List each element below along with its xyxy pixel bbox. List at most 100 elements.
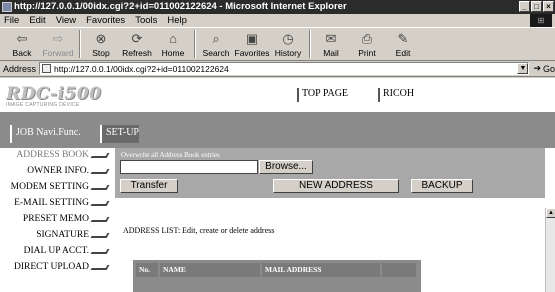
sidebar-item-dial-up-acct[interactable]: DIAL UP ACCT.: [24, 246, 110, 256]
sidebar-item-signature[interactable]: SIGNATURE: [36, 230, 110, 240]
chevron-icon: [90, 264, 110, 270]
maximize-button[interactable]: □: [531, 1, 542, 12]
toolbar-separator: [194, 30, 195, 58]
menu-help[interactable]: Help: [167, 15, 187, 26]
back-button[interactable]: ⇦ Back: [4, 28, 40, 60]
chevron-icon: [90, 248, 110, 254]
refresh-button[interactable]: ⟳ Refresh: [119, 28, 155, 60]
menu-view[interactable]: View: [56, 15, 76, 26]
sidebar-item-email-setting[interactable]: E-MAIL SETTING: [14, 198, 110, 208]
print-button[interactable]: ⎙ Print: [349, 28, 385, 60]
page-content: RDC-i500 IMAGE CAPTURING DEVICE TOP PAGE…: [0, 78, 555, 292]
chevron-icon: [90, 232, 110, 238]
print-icon: ⎙: [361, 31, 373, 46]
menu-edit[interactable]: Edit: [29, 15, 45, 26]
sidebar-item-label: PRESET MEMO: [22, 214, 89, 224]
page-header: RDC-i500 IMAGE CAPTURING DEVICE TOP PAGE…: [0, 78, 555, 112]
sidebar-item-modem-setting[interactable]: MODEM SETTING: [10, 182, 110, 192]
sidebar-item-label: SIGNATURE: [36, 230, 89, 240]
ricoh-link[interactable]: RICOH: [378, 88, 414, 102]
column-header-no: No.: [136, 263, 158, 277]
page-icon: [42, 64, 52, 73]
sidebar-item-label: ADDRESS BOOK: [16, 150, 89, 160]
file-path-input[interactable]: [120, 160, 258, 174]
search-icon: ⌕: [212, 31, 220, 46]
edit-icon: ✎: [397, 31, 409, 46]
mail-button[interactable]: ✉ Mail: [313, 28, 349, 60]
product-logo: RDC-i500: [6, 84, 102, 104]
top-page-link[interactable]: TOP PAGE: [297, 88, 348, 102]
history-label: History: [274, 48, 302, 58]
back-label: Back: [12, 48, 32, 58]
sidebar-item-label: OWNER INFO.: [27, 166, 89, 176]
sidebar-item-owner-info[interactable]: OWNER INFO.: [27, 166, 110, 176]
windows-logo-icon: ⊞: [530, 14, 552, 27]
column-header-name: NAME: [160, 263, 260, 277]
toolbar-separator: [309, 30, 310, 58]
tab-setup[interactable]: SET-UP: [100, 125, 139, 143]
sidebar-item-direct-upload[interactable]: DIRECT UPLOAD: [13, 262, 110, 272]
address-label: Address: [3, 63, 37, 74]
address-table: No. NAME MAIL ADDRESS: [133, 260, 421, 292]
forward-label: Forward: [42, 48, 74, 58]
product-logo-subtitle: IMAGE CAPTURING DEVICE: [6, 102, 80, 108]
stop-button[interactable]: ⊗ Stop: [83, 28, 119, 60]
overwrite-label: Overwrite all Address Book entries: [121, 151, 220, 159]
sidebar: ADDRESS BOOK OWNER INFO. MODEM SETTING E…: [0, 148, 112, 292]
forward-button[interactable]: ⇨ Forward: [40, 28, 76, 60]
print-label: Print: [358, 48, 376, 58]
history-icon: ◷: [282, 31, 294, 46]
chevron-icon: [90, 168, 110, 174]
backup-button[interactable]: BACKUP: [411, 179, 473, 193]
main-panel: Overwrite all Address Book entries Brows…: [115, 148, 555, 292]
menu-tools[interactable]: Tools: [135, 15, 157, 26]
favorites-icon: ▣: [245, 31, 259, 46]
sidebar-item-label: DIRECT UPLOAD: [13, 262, 89, 272]
chevron-icon: [90, 200, 110, 206]
scroll-up-icon[interactable]: ▲: [546, 208, 555, 218]
menu-file[interactable]: File: [4, 15, 19, 26]
sidebar-item-preset-memo[interactable]: PRESET MEMO: [22, 214, 110, 224]
window-title: http://127.0.0.1/00idx.cgi?2+id=01100212…: [14, 1, 347, 12]
home-button[interactable]: ⌂ Home: [155, 28, 191, 60]
edit-button[interactable]: ✎ Edit: [385, 28, 421, 60]
refresh-label: Refresh: [122, 48, 152, 58]
address-dropdown-icon[interactable]: ▼: [517, 63, 529, 74]
vertical-scrollbar[interactable]: ▲: [545, 208, 555, 292]
stop-icon: ⊗: [95, 31, 107, 46]
transfer-button[interactable]: Transfer: [120, 179, 178, 193]
address-url: http://127.0.0.1/00idx.cgi?2+id=01100212…: [54, 63, 229, 74]
favorites-label: Favorites: [234, 48, 270, 58]
sidebar-item-label: E-MAIL SETTING: [14, 198, 89, 208]
menu-bar: File Edit View Favorites Tools Help ⊞: [0, 14, 555, 27]
favorites-button[interactable]: ▣ Favorites: [234, 28, 270, 60]
new-address-button[interactable]: NEW ADDRESS: [273, 179, 399, 193]
address-book-form: Overwrite all Address Book entries Brows…: [115, 148, 545, 198]
sidebar-item-address-book[interactable]: ADDRESS BOOK: [16, 150, 110, 160]
chevron-icon: [90, 184, 110, 190]
ie-app-icon: [2, 2, 12, 12]
search-button[interactable]: ⌕ Search: [198, 28, 234, 60]
menu-favorites[interactable]: Favorites: [86, 15, 125, 26]
address-list-label: ADDRESS LIST: Edit, create or delete add…: [123, 226, 275, 235]
sidebar-item-label: MODEM SETTING: [10, 182, 89, 192]
minimize-button[interactable]: _: [519, 1, 530, 12]
stop-label: Stop: [92, 48, 110, 58]
back-arrow-icon: ⇦: [16, 31, 28, 46]
address-input[interactable]: http://127.0.0.1/00idx.cgi?2+id=01100212…: [39, 62, 530, 75]
go-label: Go: [542, 63, 555, 74]
search-label: Search: [202, 48, 230, 58]
browse-button[interactable]: Browse...: [259, 160, 313, 174]
chevron-icon: [90, 152, 110, 158]
column-header-action: [382, 263, 416, 277]
tab-job-navi[interactable]: JOB Navi.Func.: [10, 125, 81, 143]
toolbar: ⇦ Back ⇨ Forward ⊗ Stop ⟳ Refresh ⌂ Home…: [0, 27, 555, 61]
go-button[interactable]: ➔ Go: [533, 63, 555, 74]
close-button[interactable]: ×: [543, 1, 554, 12]
history-button[interactable]: ◷ History: [270, 28, 306, 60]
address-bar: Address http://127.0.0.1/00idx.cgi?2+id=…: [0, 61, 555, 77]
toolbar-separator: [79, 30, 80, 58]
home-icon: ⌂: [169, 31, 177, 46]
chevron-icon: [90, 216, 110, 222]
edit-label: Edit: [395, 48, 411, 58]
